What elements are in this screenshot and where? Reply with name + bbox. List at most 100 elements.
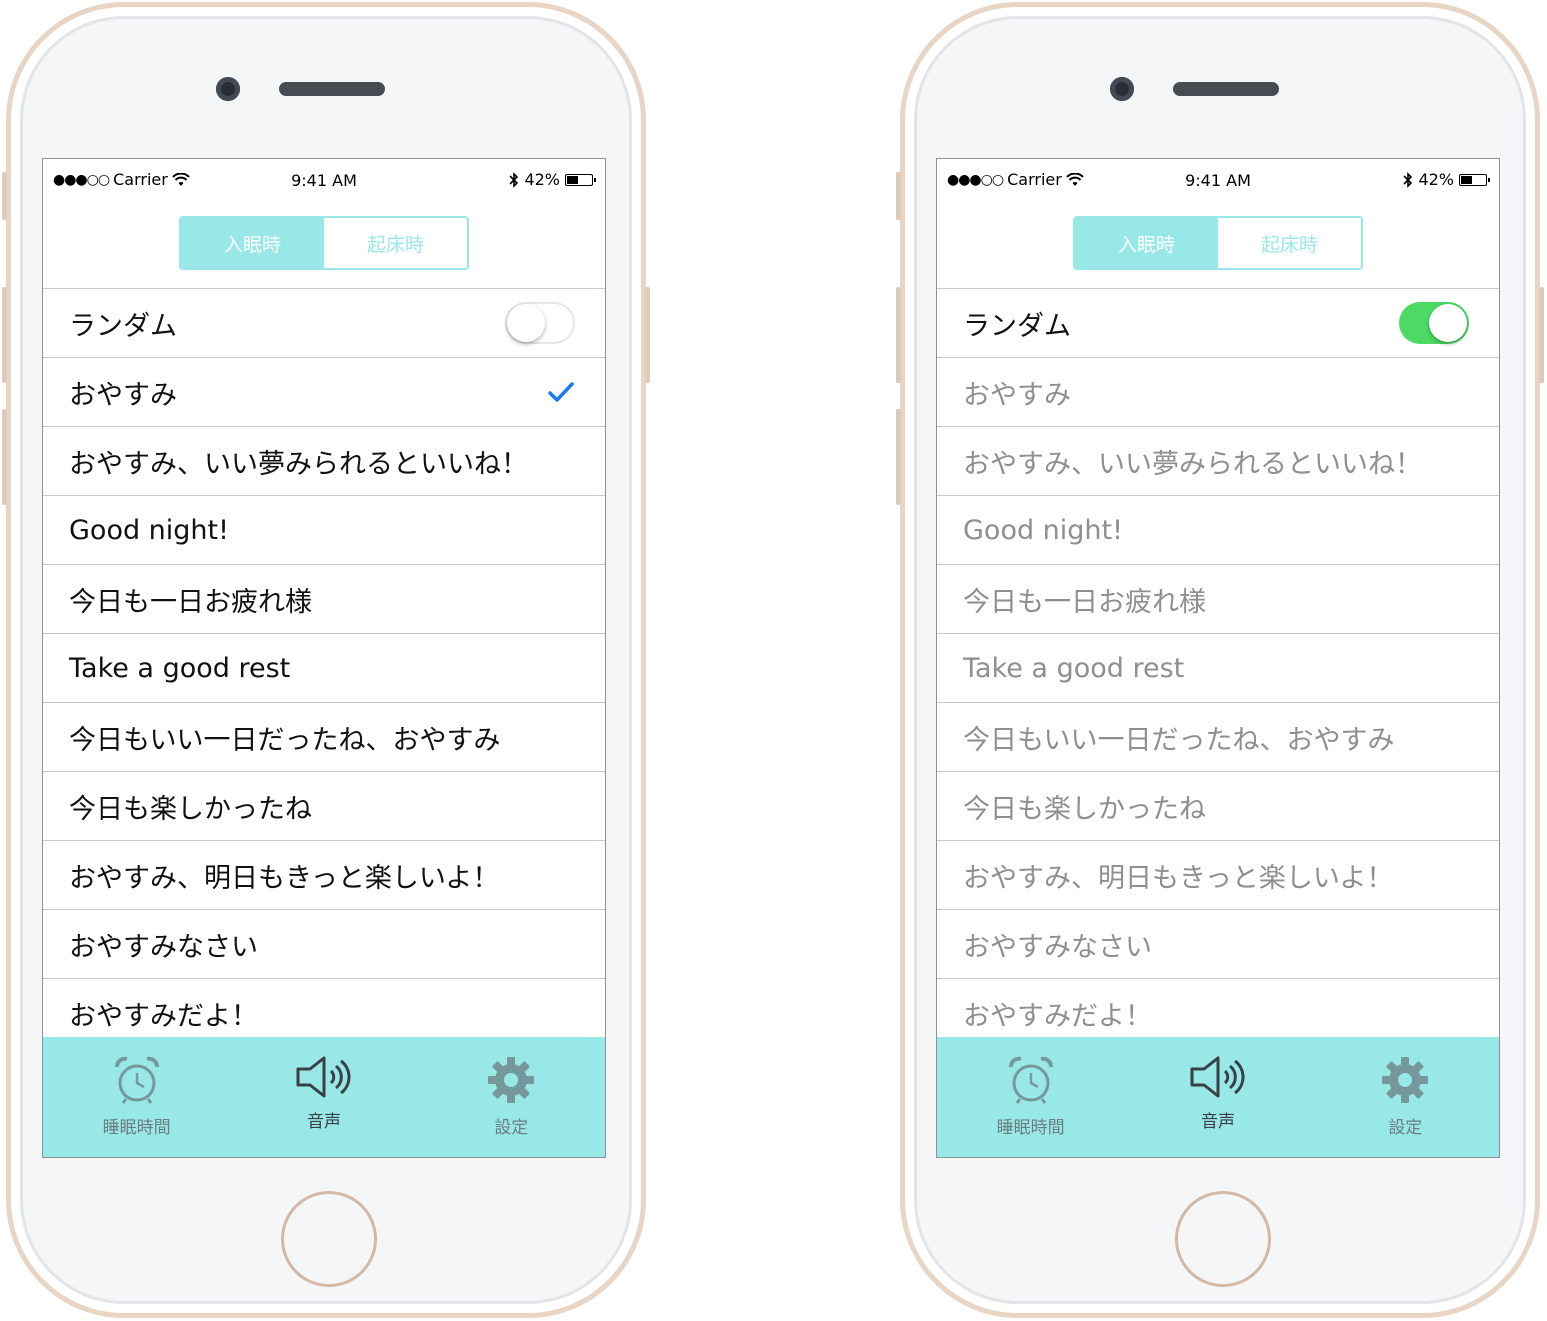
random-row: ランダム xyxy=(43,289,605,358)
gear-icon xyxy=(488,1057,535,1103)
phrase-label: 今日もいい一日だったね、おやすみ xyxy=(963,724,1395,756)
tab-voice[interactable]: 音声 xyxy=(230,1037,417,1157)
home-button[interactable] xyxy=(1175,1191,1271,1287)
segment-wake-up[interactable]: 起床時 xyxy=(1218,218,1361,268)
phrase-label: おやすみ xyxy=(69,379,177,411)
segmented-control: 入眠時 起床時 xyxy=(179,216,469,270)
segment-wake-up[interactable]: 起床時 xyxy=(324,218,467,268)
alarm-clock-icon xyxy=(1008,1056,1053,1104)
phrase-row[interactable]: おやすみ xyxy=(43,358,605,427)
tab-label: 睡眠時間 xyxy=(102,1118,171,1138)
phrase-row[interactable]: Take a good rest xyxy=(937,634,1499,703)
phrase-label: Take a good rest xyxy=(69,652,291,684)
mute-switch xyxy=(2,172,7,220)
phone-right: ●●●○○ Carrier 9:41 AM 42% 入眠時 起床時 ランダム お… xyxy=(896,2,1544,1318)
phrase-label: おやすみだよ！ xyxy=(963,1000,1152,1032)
tab-settings[interactable]: 設定 xyxy=(1312,1037,1499,1157)
tab-label: 設定 xyxy=(494,1118,529,1138)
random-toggle[interactable] xyxy=(1399,302,1469,344)
segmented-control: 入眠時 起床時 xyxy=(1073,216,1363,270)
status-bar: ●●●○○ Carrier 9:41 AM 42% xyxy=(43,159,605,201)
random-toggle[interactable] xyxy=(505,302,575,344)
earpiece-speaker xyxy=(1173,82,1279,96)
tab-sleep-time[interactable]: 睡眠時間 xyxy=(937,1037,1124,1157)
battery-icon xyxy=(565,173,596,186)
phrase-label: 今日もいい一日だったね、おやすみ xyxy=(69,724,501,756)
phrase-row[interactable]: おやすみ、明日もきっと楽しいよ！ xyxy=(937,841,1499,910)
segment-control-wrapper: 入眠時 起床時 xyxy=(43,201,605,289)
battery-percent: 42% xyxy=(524,170,560,189)
phrase-row[interactable]: 今日も一日お疲れ様 xyxy=(937,565,1499,634)
phrase-label: おやすみ、明日もきっと楽しいよ！ xyxy=(963,862,1394,894)
volume-down-button xyxy=(2,409,7,505)
volume-up-button xyxy=(2,287,7,383)
phrase-label: おやすみなさい xyxy=(69,931,258,963)
phrase-label: 今日も楽しかったね xyxy=(963,793,1206,825)
phrase-row[interactable]: 今日も楽しかったね xyxy=(937,772,1499,841)
tab-sleep-time[interactable]: 睡眠時間 xyxy=(43,1037,230,1157)
phrase-label: おやすみ、いい夢みられるといいね！ xyxy=(69,448,528,480)
phrase-row[interactable]: Take a good rest xyxy=(43,634,605,703)
power-button xyxy=(1539,287,1544,383)
phrase-row[interactable]: Good night! xyxy=(43,496,605,565)
phrase-label: おやすみ、いい夢みられるといいね！ xyxy=(963,448,1422,480)
tab-label: 音声 xyxy=(306,1112,341,1132)
random-row: ランダム xyxy=(937,289,1499,358)
phrase-label: おやすみだよ！ xyxy=(69,1000,258,1032)
tab-bar: 睡眠時間 音声 設定 xyxy=(43,1037,605,1157)
phrase-row[interactable]: 今日もいい一日だったね、おやすみ xyxy=(937,703,1499,772)
phrase-row[interactable]: 今日も楽しかったね xyxy=(43,772,605,841)
phrase-row[interactable]: おやすみ、いい夢みられるといいね！ xyxy=(43,427,605,496)
tab-settings[interactable]: 設定 xyxy=(418,1037,605,1157)
phrase-label: 今日も一日お疲れ様 xyxy=(69,586,312,618)
volume-down-button xyxy=(896,409,901,505)
phrase-row[interactable]: おやすみなさい xyxy=(43,910,605,979)
tab-voice[interactable]: 音声 xyxy=(1124,1037,1311,1157)
phrase-label: おやすみなさい xyxy=(963,931,1152,963)
phrase-label: 今日も一日お疲れ様 xyxy=(963,586,1206,618)
phrase-row[interactable]: 今日もいい一日だったね、おやすみ xyxy=(43,703,605,772)
phrase-label: Good night! xyxy=(69,514,229,546)
battery-percent: 42% xyxy=(1418,170,1454,189)
speaker-icon xyxy=(296,1056,351,1098)
phrase-row[interactable]: おやすみ、いい夢みられるといいね！ xyxy=(937,427,1499,496)
toggle-knob xyxy=(507,304,545,342)
toggle-knob xyxy=(1429,304,1467,342)
phrase-row[interactable]: 今日も一日お疲れ様 xyxy=(43,565,605,634)
checkmark-icon xyxy=(548,382,574,402)
front-camera xyxy=(216,77,240,101)
power-button xyxy=(645,287,650,383)
gear-icon xyxy=(1382,1057,1429,1103)
screen: ●●●○○ Carrier 9:41 AM 42% 入眠時 起床時 ランダム お… xyxy=(42,158,606,1158)
screen: ●●●○○ Carrier 9:41 AM 42% 入眠時 起床時 ランダム お… xyxy=(936,158,1500,1158)
battery-icon xyxy=(1459,173,1490,186)
status-bar: ●●●○○ Carrier 9:41 AM 42% xyxy=(937,159,1499,201)
segment-sleep-onset[interactable]: 入眠時 xyxy=(1075,218,1218,268)
mute-switch xyxy=(896,172,901,220)
phrase-label: 今日も楽しかったね xyxy=(69,793,312,825)
bluetooth-icon xyxy=(509,171,519,188)
tab-label: 設定 xyxy=(1388,1118,1423,1138)
tab-bar: 睡眠時間 音声 設定 xyxy=(937,1037,1499,1157)
segment-sleep-onset[interactable]: 入眠時 xyxy=(181,218,324,268)
phrase-label: おやすみ、明日もきっと楽しいよ！ xyxy=(69,862,500,894)
phrase-label: Take a good rest xyxy=(963,652,1185,684)
phone-left: ●●●○○ Carrier 9:41 AM 42% 入眠時 起床時 ランダム お… xyxy=(2,2,650,1318)
alarm-clock-icon xyxy=(114,1056,159,1104)
random-label: ランダム xyxy=(69,310,177,342)
tab-label: 音声 xyxy=(1200,1112,1235,1132)
phrase-row[interactable]: Good night! xyxy=(937,496,1499,565)
phrase-label: おやすみ xyxy=(963,379,1071,411)
phrase-label: Good night! xyxy=(963,514,1123,546)
segment-control-wrapper: 入眠時 起床時 xyxy=(937,201,1499,289)
random-label: ランダム xyxy=(963,310,1071,342)
volume-up-button xyxy=(896,287,901,383)
earpiece-speaker xyxy=(279,82,385,96)
home-button[interactable] xyxy=(281,1191,377,1287)
phrase-row[interactable]: おやすみ xyxy=(937,358,1499,427)
speaker-icon xyxy=(1190,1056,1245,1098)
phrase-row[interactable]: おやすみなさい xyxy=(937,910,1499,979)
front-camera xyxy=(1110,77,1134,101)
phrase-row[interactable]: おやすみ、明日もきっと楽しいよ！ xyxy=(43,841,605,910)
bluetooth-icon xyxy=(1403,171,1413,188)
